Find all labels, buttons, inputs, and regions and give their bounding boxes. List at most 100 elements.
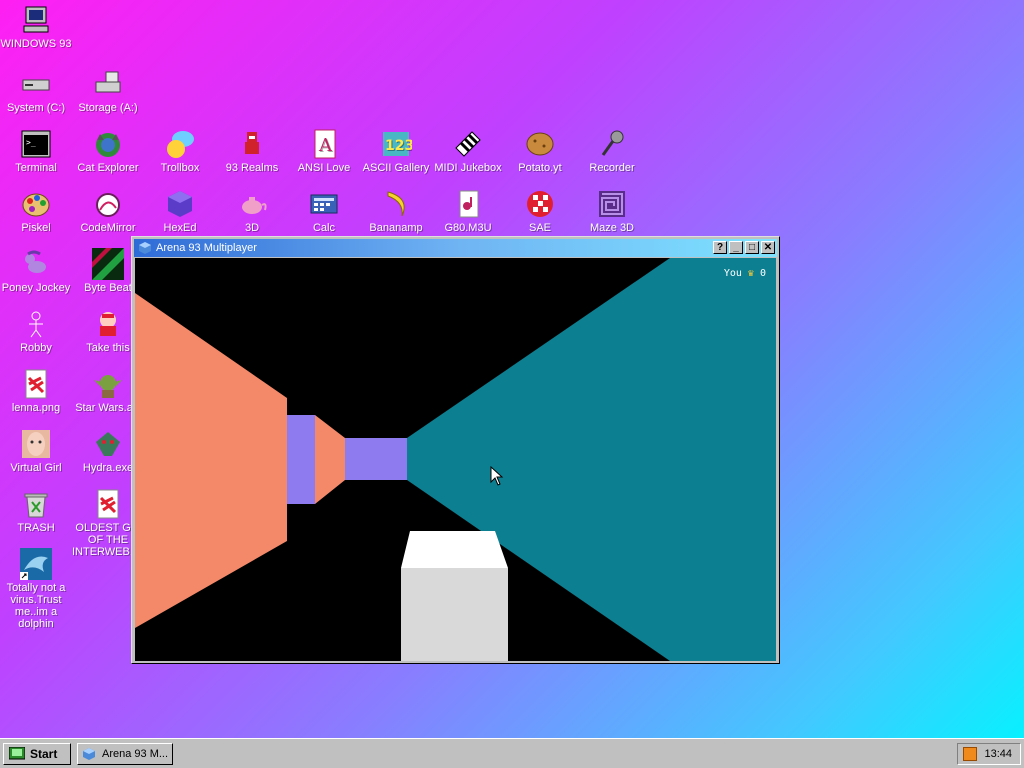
crown-icon: ♛ <box>747 268 754 279</box>
svg-text:>_: >_ <box>26 138 36 147</box>
start-button[interactable]: Start <box>3 743 71 765</box>
window-titlebar[interactable]: Arena 93 Multiplayer ? _ □ ✕ <box>134 239 777 257</box>
desktop-icon-poney-jockey[interactable]: Poney Jockey <box>0 248 72 294</box>
desktop-icon-label: Terminal <box>15 162 57 174</box>
microphone-icon <box>596 128 628 160</box>
knight-icon <box>236 128 268 160</box>
help-button[interactable]: ? <box>713 241 727 254</box>
start-label: Start <box>30 747 58 761</box>
image-file-icon <box>20 368 52 400</box>
palette-icon <box>20 188 52 220</box>
desktop-icon-codemirror[interactable]: CodeMirror <box>72 188 144 234</box>
game-viewport[interactable]: You ♛ 0 <box>135 258 776 661</box>
desktop-icon-dolphin[interactable]: Totally not a virus.Trust me..im a dolph… <box>0 548 72 630</box>
desktop-icon-terminal[interactable]: >_ Terminal <box>0 128 72 174</box>
rss-feed-icon[interactable] <box>963 747 977 761</box>
cube-icon <box>164 188 196 220</box>
taskbar-item-label: Arena 93 M... <box>102 748 169 760</box>
desktop-icon-lenna[interactable]: lenna.png <box>0 368 72 414</box>
desktop-icon-label: lenna.png <box>11 402 61 414</box>
system-tray: 13:44 <box>957 743 1021 765</box>
desktop-icon-label: TRASH <box>17 522 55 534</box>
banana-icon <box>380 188 412 220</box>
floppy-drive-icon <box>92 68 124 100</box>
close-button[interactable]: ✕ <box>761 241 775 254</box>
pony-icon <box>20 248 52 280</box>
minimize-button[interactable]: _ <box>729 241 743 254</box>
desktop-icon-label: ANSI Love <box>297 162 351 174</box>
desktop-icon-g80m3u[interactable]: G80.M3U <box>432 188 504 234</box>
start-logo-icon <box>8 746 26 761</box>
maximize-button[interactable]: □ <box>745 241 759 254</box>
desktop-icon-virtual-girl[interactable]: Virtual Girl <box>0 428 72 474</box>
desktop-icon-label: G80.M3U <box>444 222 492 234</box>
hard-drive-icon <box>20 68 52 100</box>
desktop-icon-ascii-gallery[interactable]: 123 ASCII Gallery <box>360 128 432 174</box>
desktop-icon-label: CodeMirror <box>80 222 136 234</box>
desktop-icon-label: Robby <box>20 342 52 354</box>
desktop-icon-midi-jukebox[interactable]: MIDI Jukebox <box>432 128 504 174</box>
far-wall-center <box>345 438 407 480</box>
desktop-icon-label: System (C:) <box>6 102 66 114</box>
desktop-icon-hexed[interactable]: HexEd <box>144 188 216 234</box>
desktop-icon-ansi-love[interactable]: A ANSI Love <box>288 128 360 174</box>
bytebeat-icon <box>92 248 124 280</box>
desktop-icon-label: Bananamp <box>369 222 423 234</box>
taskbar: Start Arena 93 M... 13:44 <box>0 738 1024 768</box>
trash-bin-icon <box>20 488 52 520</box>
arena-cube-icon <box>138 241 152 255</box>
desktop-icon-maze3d[interactable]: Maze 3D <box>576 188 648 234</box>
desktop-icon-sae[interactable]: SAE <box>504 188 576 234</box>
desktop-icon-system-c[interactable]: System (C:) <box>0 68 72 114</box>
desktop-icon-label: SAE <box>528 222 551 234</box>
desktop-icon-piskel[interactable]: Piskel <box>0 188 72 234</box>
desktop-icon-windows93[interactable]: WINDOWS 93 <box>0 4 72 50</box>
desktop-icon-potato[interactable]: Potato.yt <box>504 128 576 174</box>
desktop-icon-label: Piskel <box>21 222 51 234</box>
desktop-icon-label: Poney Jockey <box>1 282 71 294</box>
desktop-icon-3d[interactable]: 3D <box>216 188 288 234</box>
code-cat-icon <box>92 188 124 220</box>
desktop-icon-cat-explorer[interactable]: Cat Explorer <box>72 128 144 174</box>
computer-icon <box>20 4 52 36</box>
numbers-icon: 123 <box>380 128 414 160</box>
calculator-icon <box>308 188 340 220</box>
desktop-icon-label: Calc <box>312 222 335 234</box>
desktop-icon-storage-a[interactable]: Storage (A:) <box>72 68 144 114</box>
desktop-icon-trash[interactable]: TRASH <box>0 488 72 534</box>
teapot-icon <box>236 188 268 220</box>
dolphin-icon <box>20 548 52 580</box>
maze-icon <box>596 188 628 220</box>
desktop-icon-93-realms[interactable]: 93 Realms <box>216 128 288 174</box>
desktop-icon-robby[interactable]: Robby <box>0 308 72 354</box>
hydra-icon <box>92 428 124 460</box>
desktop-icon-label: Storage (A:) <box>78 102 138 114</box>
desktop-icon-label: HexEd <box>163 222 197 234</box>
terminal-icon: >_ <box>20 128 52 160</box>
svg-text:123: 123 <box>385 138 412 154</box>
desktop-icon-recorder[interactable]: Recorder <box>576 128 648 174</box>
svg-text:A: A <box>318 135 333 156</box>
stick-figure-icon <box>20 308 52 340</box>
desktop-icon-bananamp[interactable]: Bananamp <box>360 188 432 234</box>
playlist-file-icon <box>452 188 484 220</box>
mouse-cursor-icon <box>490 465 504 489</box>
desktop-icon-label: MIDI Jukebox <box>434 162 502 174</box>
taskbar-item-arena-93[interactable]: Arena 93 M... <box>77 743 173 765</box>
desktop-icon-label: Virtual Girl <box>10 462 62 474</box>
clock[interactable]: 13:44 <box>984 744 1012 764</box>
potato-icon <box>524 128 556 160</box>
desktop-icon-label: Trollbox <box>160 162 200 174</box>
block-front <box>401 568 508 661</box>
far-wall-left <box>287 415 315 504</box>
player-label: You <box>723 268 742 279</box>
globe-cat-icon <box>92 128 124 160</box>
desktop-icon-calc[interactable]: Calc <box>288 188 360 234</box>
score-value: 0 <box>759 268 766 279</box>
arena-93-window[interactable]: Arena 93 Multiplayer ? _ □ ✕ You ♛ 0 <box>131 236 780 664</box>
desktop-icon-label: ASCII Gallery <box>362 162 430 174</box>
desktop-icon-trollbox[interactable]: Trollbox <box>144 128 216 174</box>
desktop-icon-label: Maze 3D <box>589 222 635 234</box>
chat-bubble-icon <box>164 128 196 160</box>
arena-cube-icon <box>82 747 96 761</box>
